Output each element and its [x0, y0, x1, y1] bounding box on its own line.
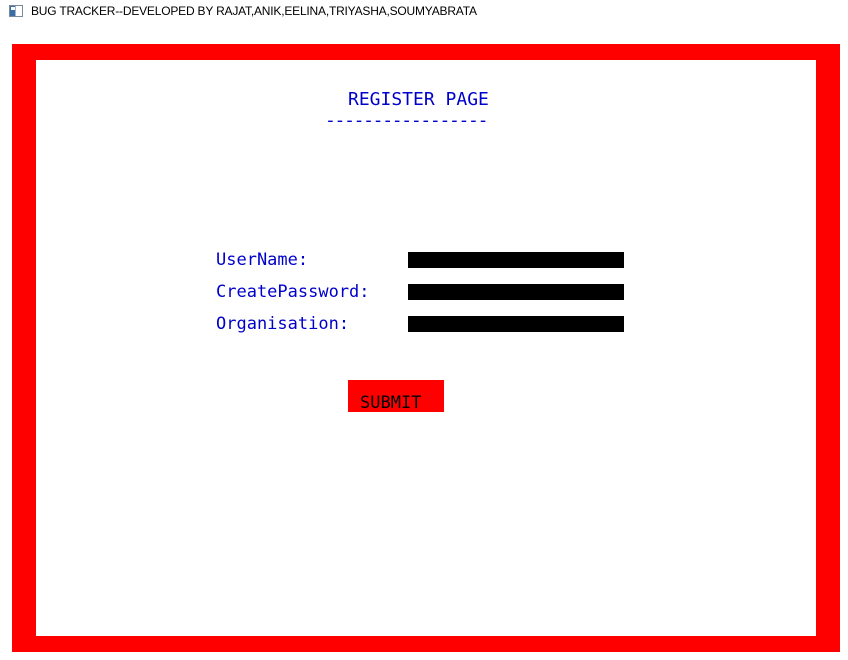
organisation-field[interactable]	[408, 316, 624, 332]
create-password-label: CreatePassword:	[216, 282, 370, 302]
submit-button[interactable]: SUBMIT	[348, 380, 444, 413]
organisation-label: Organisation:	[216, 314, 350, 334]
title-underline: -----------------	[325, 110, 488, 131]
submit-button-label: SUBMIT	[360, 393, 422, 413]
create-password-field[interactable]	[408, 284, 624, 300]
register-canvas	[36, 60, 816, 636]
app-window-icon	[9, 5, 23, 17]
window-titlebar: BUG TRACKER--DEVELOPED BY RAJAT,ANIK,EEL…	[0, 0, 848, 26]
username-field[interactable]	[408, 252, 624, 268]
page-title: REGISTER PAGE	[348, 89, 489, 110]
window-title: BUG TRACKER--DEVELOPED BY RAJAT,ANIK,EEL…	[31, 4, 477, 18]
username-label: UserName:	[216, 250, 309, 270]
